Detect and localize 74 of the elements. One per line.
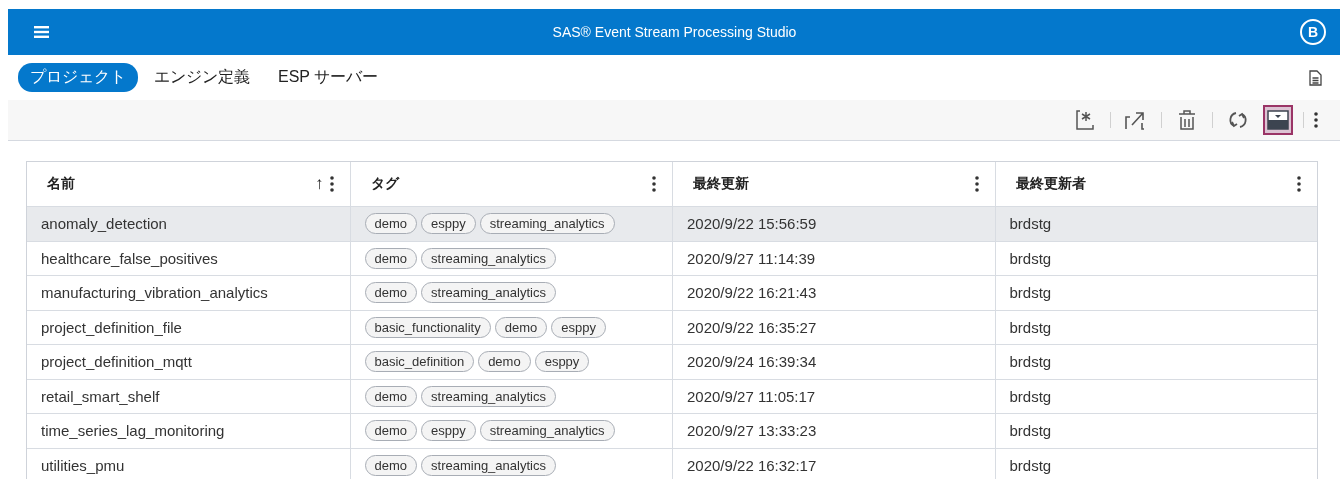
column-menu-icon[interactable] bbox=[329, 176, 334, 192]
tag-chip: demo bbox=[364, 213, 418, 235]
cell-text: brdstg bbox=[1009, 318, 1052, 336]
tag-chip: demo bbox=[364, 454, 418, 476]
cell-text: 2020/9/27 11:05:17 bbox=[687, 387, 816, 405]
column-header[interactable]: 最終更新 bbox=[672, 162, 995, 206]
tag-chip: esppy bbox=[421, 420, 476, 442]
user-avatar[interactable]: B bbox=[1300, 19, 1326, 45]
table-row[interactable]: project_definition_mqtt basic_definition demo esppy 2020/9/24 16:39:34 brdstg bbox=[27, 345, 1317, 380]
column-header[interactable]: 名前 ↑ bbox=[27, 162, 350, 206]
app-title: SAS® Event Stream Processing Studio bbox=[551, 24, 798, 40]
cell-text: brdstg bbox=[1009, 456, 1052, 474]
tab[interactable]: プロジェクト bbox=[18, 63, 138, 92]
tag-chip: streaming_analytics bbox=[421, 282, 556, 304]
cell-text: manufacturing_vibration_analytics bbox=[41, 284, 268, 302]
tab[interactable]: エンジン定義 bbox=[142, 63, 262, 92]
cell-text: brdstg bbox=[1009, 249, 1052, 267]
cell-text: anomaly_detection bbox=[41, 215, 167, 233]
cell-text: 2020/9/22 15:56:59 bbox=[687, 215, 817, 233]
tag-chip: basic_functionality bbox=[364, 316, 491, 338]
tag-chip: streaming_analytics bbox=[479, 213, 615, 235]
more-icon[interactable] bbox=[1314, 112, 1318, 128]
column-label: 最終更新 bbox=[693, 175, 750, 193]
cell-text: brdstg bbox=[1009, 284, 1052, 302]
column-label: 名前 bbox=[47, 175, 76, 193]
cell-text: 2020/9/22 16:32:17 bbox=[687, 456, 817, 474]
tag-chip: basic_definition bbox=[364, 351, 475, 373]
column-menu-icon[interactable] bbox=[652, 176, 656, 192]
cell-text: 2020/9/22 16:21:43 bbox=[687, 284, 817, 302]
cell-text: project_definition_file bbox=[41, 318, 182, 336]
column-label: 最終更新者 bbox=[1015, 175, 1087, 193]
cell-text: brdstg bbox=[1009, 422, 1052, 440]
tag-chip: esppy bbox=[551, 316, 606, 338]
column-menu-icon[interactable] bbox=[974, 176, 979, 192]
column-header[interactable]: 最終更新者 bbox=[994, 162, 1317, 206]
table-row[interactable]: retail_smart_shelf demo streaming_analytics 2020/9/27 11:05:17 brdstg bbox=[27, 379, 1317, 414]
table-row[interactable]: project_definition_file basic_functionality demo esppy 2020/9/22 16:35:27 brdstg bbox=[27, 310, 1317, 345]
cell-text: 2020/9/27 11:14:39 bbox=[687, 249, 816, 267]
tag-chip: demo bbox=[364, 247, 418, 269]
tag-chip: streaming_analytics bbox=[421, 385, 556, 407]
tag-chip: demo bbox=[494, 316, 548, 338]
column-header[interactable]: タグ bbox=[349, 162, 672, 206]
tag-chip: demo bbox=[364, 385, 418, 407]
tab[interactable]: ESP サーバー bbox=[266, 63, 391, 92]
tag-chip: streaming_analytics bbox=[479, 420, 615, 442]
cell-text: brdstg bbox=[1009, 215, 1052, 233]
cell-text: retail_smart_shelf bbox=[41, 387, 160, 405]
panel-toggle-icon[interactable] bbox=[1263, 105, 1293, 135]
table-row[interactable]: time_series_lag_monitoring demo esppy streaming_analytics 2020/9/27 13:33:23 brdstg bbox=[27, 414, 1317, 449]
cell-text: 2020/9/22 16:35:27 bbox=[687, 318, 817, 336]
document-icon[interactable] bbox=[1309, 69, 1322, 86]
tag-chip: esppy bbox=[421, 213, 476, 235]
cell-text: brdstg bbox=[1009, 353, 1052, 371]
tag-chip: streaming_analytics bbox=[421, 454, 556, 476]
cell-text: 2020/9/27 13:33:23 bbox=[687, 422, 817, 440]
tag-chip: esppy bbox=[534, 351, 590, 373]
column-menu-icon[interactable] bbox=[1297, 176, 1301, 192]
tag-chip: demo bbox=[478, 351, 531, 373]
cell-text: utilities_pmu bbox=[41, 456, 125, 474]
column-label: タグ bbox=[370, 175, 401, 193]
table-row[interactable]: utilities_pmu demo streaming_analytics 2020/9/22 16:32:17 brdstg bbox=[27, 448, 1317, 479]
menu-icon[interactable] bbox=[34, 26, 49, 38]
table-row[interactable]: healthcare_false_positives demo streaming_analytics 2020/9/27 11:14:39 brdstg bbox=[27, 241, 1317, 276]
cell-text: healthcare_false_positives bbox=[41, 249, 218, 267]
tag-chip: demo bbox=[364, 420, 418, 442]
sort-indicator[interactable]: ↑ bbox=[315, 174, 324, 194]
cell-text: project_definition_mqtt bbox=[41, 353, 192, 371]
table-row[interactable]: anomaly_detection demo esppy streaming_analytics 2020/9/22 15:56:59 brdstg bbox=[27, 207, 1317, 242]
cell-text: brdstg bbox=[1009, 387, 1052, 405]
cell-text: 2020/9/24 16:39:34 bbox=[687, 353, 817, 371]
table-row[interactable]: manufacturing_vibration_analytics demo streaming_analytics 2020/9/22 16:21:43 brdstg bbox=[27, 276, 1317, 311]
cell-text: time_series_lag_monitoring bbox=[41, 422, 225, 440]
tag-chip: demo bbox=[364, 282, 418, 304]
tag-chip: streaming_analytics bbox=[421, 247, 556, 269]
